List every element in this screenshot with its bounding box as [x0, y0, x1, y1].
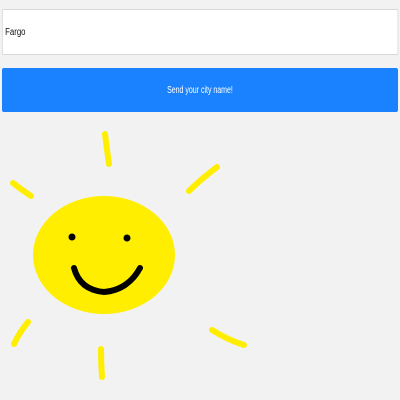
app-frame: Send your city name!: [0, 0, 400, 400]
sun-ray-bottom: [98, 346, 105, 380]
sun-ray-upper-left: [10, 180, 34, 199]
sun-ray-lower-left: [11, 319, 31, 347]
sun-ray-top: [102, 131, 112, 167]
sun-ray-lower-right: [209, 327, 247, 348]
sun-face: [33, 196, 175, 314]
city-name-input[interactable]: [2, 9, 399, 55]
send-city-button-label: Send your city name!: [167, 84, 233, 96]
sun-left-eye: [68, 233, 76, 241]
sun-right-eye: [123, 234, 131, 242]
smiling-sun-illustration: [10, 131, 247, 380]
sun-ray-upper-right: [186, 164, 220, 194]
send-city-button[interactable]: Send your city name!: [2, 68, 398, 112]
